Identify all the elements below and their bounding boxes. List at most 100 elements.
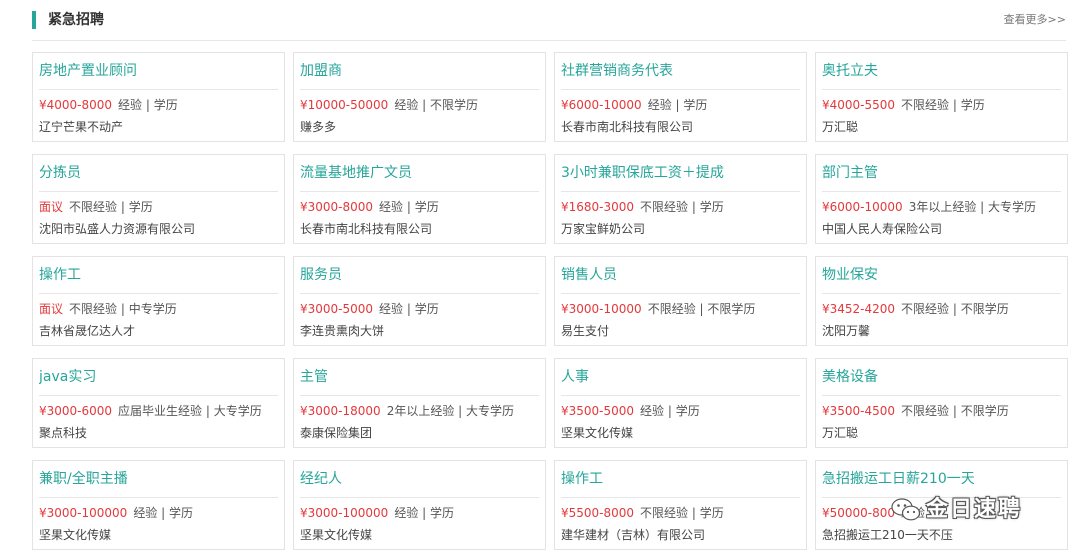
job-title-link[interactable]: 奥托立夫 <box>822 53 1061 90</box>
job-meta: ¥4000-8000 经验 | 学历 <box>39 96 278 114</box>
job-requirements: 经验 | 学历 <box>133 506 193 520</box>
job-company: 急招搬运工210一天不压 <box>822 528 953 542</box>
job-card[interactable]: 美格设备 ¥3500-4500 不限经验 | 不限学历万汇聪 <box>815 358 1068 448</box>
job-requirements: 不限经验 | 学历 <box>640 200 724 214</box>
job-requirements: 经验 | 学历 <box>647 98 708 112</box>
job-requirements: 不限经验 | 学历 <box>901 98 985 112</box>
job-title-link[interactable]: 销售人员 <box>561 257 800 294</box>
job-requirements: 经验 | 学历 <box>640 404 700 418</box>
job-title-link[interactable]: 美格设备 <box>822 359 1061 396</box>
job-company: 长春市南北科技有限公司 <box>561 120 694 134</box>
job-card[interactable]: 分拣员面议 不限经验 | 学历沈阳市弘盛人力资源有限公司 <box>32 154 285 244</box>
job-card[interactable]: 3小时兼职保底工资＋提成 ¥1680-3000 不限经验 | 学历 万家宝鲜奶公司 <box>554 154 807 244</box>
job-meta: ¥3000-18000 2年以上经验 | 大专学历 <box>300 402 539 420</box>
job-company: 辽宁芒果不动产 <box>39 120 124 134</box>
job-salary: ¥6000-10000 <box>561 98 642 112</box>
job-card[interactable]: 奥托立夫 ¥4000-5500 不限经验 | 学历万汇聪 <box>815 52 1068 142</box>
job-title-link[interactable]: 兼职/全职主播 <box>39 461 278 498</box>
job-salary: ¥1680-3000 <box>561 200 635 214</box>
job-meta: ¥6000-10000 3年以上经验 | 大专学历 <box>822 198 1061 216</box>
job-card[interactable]: 兼职/全职主播 ¥3000-100000 经验 | 学历 坚果文化传媒 <box>32 460 285 550</box>
job-title-link[interactable]: 主管 <box>300 359 539 396</box>
job-requirements: 不限经验 | 中专学历 <box>69 302 177 316</box>
job-requirements: 经验 | 学历 <box>394 506 454 520</box>
job-title-link[interactable]: 操作工 <box>39 257 278 294</box>
job-salary: ¥3000-10000 <box>561 302 642 316</box>
job-card[interactable]: 人事 ¥3500-5000 经验 | 学历 坚果文化传媒 <box>554 358 807 448</box>
job-card[interactable]: 服务员 ¥3000-5000 经验 | 学历李连贵熏肉大饼 <box>293 256 546 346</box>
job-requirements: 经验 | 学历 <box>118 98 178 112</box>
job-company: 沈阳市弘盛人力资源有限公司 <box>39 222 196 236</box>
job-company: 易生支付 <box>561 324 610 338</box>
job-salary: ¥3000-5000 <box>300 302 374 316</box>
job-card[interactable]: 主管 ¥3000-18000 2年以上经验 | 大专学历泰康保险集团 <box>293 358 546 448</box>
job-title-link[interactable]: 人事 <box>561 359 800 396</box>
job-title-link[interactable]: 房地产置业顾问 <box>39 53 278 90</box>
job-company: 万汇聪 <box>822 426 859 440</box>
job-title-link[interactable]: 分拣员 <box>39 155 278 192</box>
job-requirements: 经验 | 学历 <box>379 200 439 214</box>
job-title-link[interactable]: 流量基地推广文员 <box>300 155 539 192</box>
job-meta: ¥3000-100000 经验 | 学历 <box>300 504 539 522</box>
job-meta: 面议 不限经验 | 学历 <box>39 198 278 216</box>
job-salary: ¥3000-100000 <box>39 506 128 520</box>
job-meta: ¥3500-5000 经验 | 学历 <box>561 402 800 420</box>
job-title-link[interactable]: 服务员 <box>300 257 539 294</box>
job-salary: ¥10000-50000 <box>300 98 389 112</box>
job-company: 中国人民人寿保险公司 <box>822 222 943 236</box>
job-salary: ¥6000-10000 <box>822 200 903 214</box>
job-card[interactable]: 物业保安 ¥3452-4200 不限经验 | 不限学历 沈阳万馨 <box>815 256 1068 346</box>
job-meta: ¥5500-8000 不限经验 | 学历 <box>561 504 800 522</box>
job-salary: 面议 <box>39 200 64 214</box>
view-more-link[interactable]: 查看更多>> <box>1004 12 1066 28</box>
section-header: 紧急招聘 查看更多>> <box>32 0 1066 41</box>
job-company: 建华建材（吉林）有限公司 <box>561 528 706 542</box>
job-requirements: 应届毕业生经验 | 大专学历 <box>118 404 262 418</box>
job-company: 坚果文化传媒 <box>561 426 634 440</box>
job-requirements: 经验 | 不限学历 <box>394 98 478 112</box>
job-title-link[interactable]: 物业保安 <box>822 257 1061 294</box>
job-card[interactable]: 操作工 ¥5500-8000 不限经验 | 学历建华建材（吉林）有限公司 <box>554 460 807 550</box>
job-title-link[interactable]: 操作工 <box>561 461 800 498</box>
job-company: 聚点科技 <box>39 426 88 440</box>
job-card[interactable]: 流量基地推广文员 ¥3000-8000 经验 | 学历长春市南北科技有限公司 <box>293 154 546 244</box>
job-title-link[interactable]: 部门主管 <box>822 155 1061 192</box>
job-meta: ¥1680-3000 不限经验 | 学历 <box>561 198 800 216</box>
job-meta: ¥3000-5000 经验 | 学历 <box>300 300 539 318</box>
job-card[interactable]: java实习 ¥3000-6000 应届毕业生经验 | 大专学历 聚点科技 <box>32 358 285 448</box>
job-meta: 面议 不限经验 | 中专学历 <box>39 300 278 318</box>
job-title-link[interactable]: 经纪人 <box>300 461 539 498</box>
job-requirements: 经验 <box>901 506 926 520</box>
job-salary: ¥50000-800 <box>822 506 896 520</box>
job-card[interactable]: 销售人员 ¥3000-10000 不限经验 | 不限学历 易生支付 <box>554 256 807 346</box>
job-grid: 房地产置业顾问 ¥4000-8000 经验 | 学历辽宁芒果不动产 加盟商 ¥10000… <box>32 52 1068 550</box>
job-card[interactable]: 房地产置业顾问 ¥4000-8000 经验 | 学历辽宁芒果不动产 <box>32 52 285 142</box>
job-meta: ¥3000-100000 经验 | 学历 <box>39 504 278 522</box>
job-title-link[interactable]: 加盟商 <box>300 53 539 90</box>
job-requirements: 不限经验 | 不限学历 <box>901 302 1009 316</box>
job-card[interactable]: 经纪人 ¥3000-100000 经验 | 学历坚果文化传媒 <box>293 460 546 550</box>
job-title-link[interactable]: 3小时兼职保底工资＋提成 <box>561 155 800 192</box>
job-title-link[interactable]: 社群营销商务代表 <box>561 53 800 90</box>
job-company: 坚果文化传媒 <box>300 528 373 542</box>
job-title-link[interactable]: 急招搬运工日薪210一天 <box>822 461 1061 498</box>
job-title-link[interactable]: java实习 <box>39 359 278 396</box>
job-company: 李连贵熏肉大饼 <box>300 324 385 338</box>
job-card[interactable]: 加盟商 ¥10000-50000 经验 | 不限学历 赚多多 <box>293 52 546 142</box>
job-company: 长春市南北科技有限公司 <box>300 222 433 236</box>
job-requirements: 不限经验 | 学历 <box>640 506 724 520</box>
job-requirements: 不限经验 | 不限学历 <box>901 404 1009 418</box>
job-card[interactable]: 部门主管 ¥6000-10000 3年以上经验 | 大专学历中国人民人寿保险公司 <box>815 154 1068 244</box>
job-salary: ¥3000-8000 <box>300 200 374 214</box>
job-salary: ¥4000-5500 <box>822 98 896 112</box>
job-card[interactable]: 操作工面议 不限经验 | 中专学历吉林省晟亿达人才 <box>32 256 285 346</box>
job-salary: ¥3500-5000 <box>561 404 635 418</box>
job-card[interactable]: 急招搬运工日薪210一天 ¥50000-800 经验急招搬运工210一天不压 <box>815 460 1068 550</box>
job-salary: ¥3452-4200 <box>822 302 896 316</box>
job-card[interactable]: 社群营销商务代表 ¥6000-10000 经验 | 学历长春市南北科技有限公司 <box>554 52 807 142</box>
job-company: 万汇聪 <box>822 120 859 134</box>
section-title: 紧急招聘 <box>48 12 104 28</box>
job-company: 吉林省晟亿达人才 <box>39 324 136 338</box>
job-meta: ¥3500-4500 不限经验 | 不限学历 <box>822 402 1061 420</box>
job-company: 泰康保险集团 <box>300 426 373 440</box>
